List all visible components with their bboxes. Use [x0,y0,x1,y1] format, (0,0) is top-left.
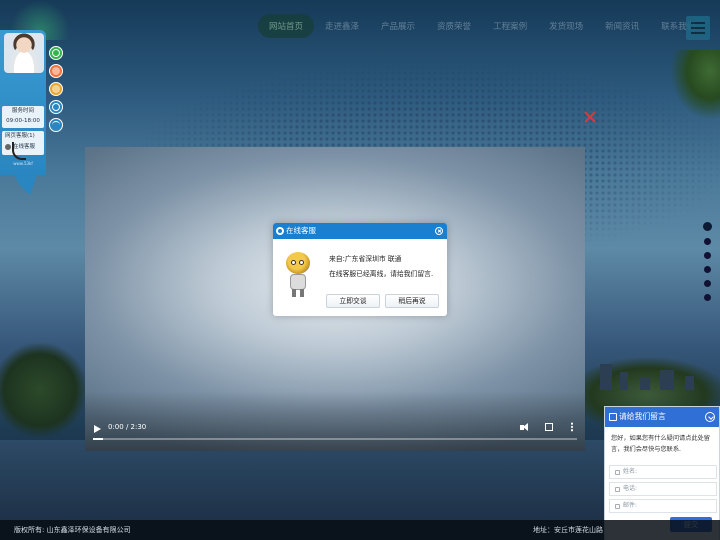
volume-icon[interactable] [520,423,530,432]
fullscreen-icon[interactable] [545,423,553,431]
email-icon [615,503,620,509]
site-footer: 版权所有: 山东鑫泽环保设备有限公司 地址：安丘市莲花山路 [0,520,720,540]
minimize-icon[interactable] [705,412,715,422]
palm-leaves [670,50,720,120]
agent-avatar[interactable] [4,33,44,73]
nav-home[interactable]: 网站首页 [258,14,315,38]
page-dot[interactable] [704,294,711,301]
main-nav: 网站首页 走进鑫泽 产品展示 资质荣誉 工程案例 发货现场 新闻资讯 联系我们 [258,14,706,38]
service-logo-icon [276,227,284,235]
web-service-label[interactable]: 网页客服(1) [2,131,44,142]
page-dot[interactable] [704,238,711,245]
wifi-icon[interactable] [49,118,63,132]
page-dot-active[interactable] [703,222,712,231]
page-dot[interactable] [704,280,711,287]
leave-message-intro: 您好，如果您有什么疑问请点此处留言，我们会尽快与您联系. [611,435,710,453]
overlay-close-icon[interactable] [583,110,597,124]
video-controls: 0:00 / 2:30 [85,419,585,451]
page-indicator [703,222,712,308]
later-button[interactable]: 稍后再说 [385,294,439,308]
video-progress-bar[interactable] [93,438,577,440]
chat-bubble-icon[interactable] [49,46,63,60]
chat-now-button[interactable]: 立即交谈 [326,294,380,308]
collapse-icon[interactable] [49,100,63,114]
online-status-icon [5,143,11,150]
page-dot[interactable] [704,266,711,273]
user-icon[interactable] [49,82,63,96]
nav-cases[interactable]: 工程案例 [482,14,538,38]
offline-message: 在线客服已经离线，请给我们留言. [329,270,434,278]
nav-honors[interactable]: 资质荣誉 [426,14,482,38]
leave-message-header[interactable]: 请给我们留言 [605,407,719,427]
play-icon[interactable] [94,425,101,433]
more-options-icon[interactable] [571,422,573,432]
service-hours-value: 09:00-18:00 [6,118,40,124]
phone-icon [615,486,620,492]
hamburger-menu-icon[interactable] [686,16,710,40]
video-time: 0:00 / 2:30 [108,423,147,431]
email-field[interactable]: 邮件: [609,499,717,513]
nav-about[interactable]: 走进鑫泽 [314,14,370,38]
online-service-dialog: 在线客服 来自:广东省深圳市 联通 在线客服已经离线，请给我们留言. 立即交谈 … [273,223,447,316]
phone-field[interactable]: 电话: [609,482,717,496]
robot-mascot [282,252,314,298]
service-hours: 服务时间 09:00-18:00 [2,106,44,128]
dialog-close-icon[interactable] [435,227,443,235]
edit-icon [609,413,617,421]
nav-news[interactable]: 新闻资讯 [594,14,650,38]
city-skyline [590,360,710,390]
weibo-icon[interactable] [49,64,63,78]
leave-message-title: 请给我们留言 [619,412,666,421]
nav-products[interactable]: 产品展示 [370,14,426,38]
copyright-text: 版权所有: 山东鑫泽环保设备有限公司 [14,526,131,534]
service-footer-text: www.53kf [13,161,33,166]
dialog-title: 在线客服 [286,226,316,235]
dialog-header: 在线客服 [273,223,447,239]
address-text: 地址：安丘市莲花山路 [533,526,603,534]
page-dot[interactable] [704,252,711,259]
nav-shipping[interactable]: 发货现场 [538,14,594,38]
video-progress-fill [93,438,103,440]
name-field[interactable]: 姓名: [609,465,717,479]
name-icon [615,469,620,475]
visitor-location: 来自:广东省深圳市 联通 [329,255,402,263]
service-hours-label: 服务时间 [11,108,34,114]
